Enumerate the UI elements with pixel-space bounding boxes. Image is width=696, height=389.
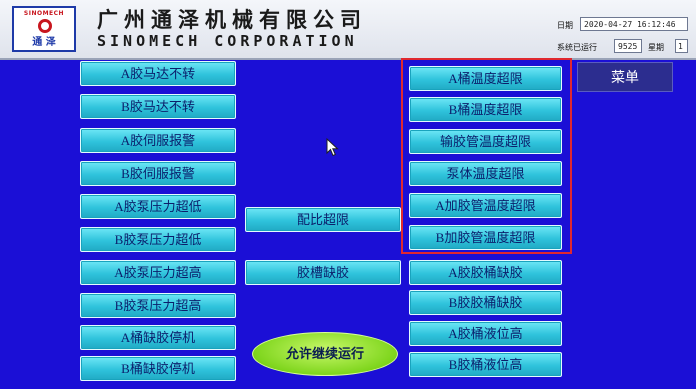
- logo-mark-icon: [38, 19, 52, 33]
- menu-button[interactable]: 菜单: [577, 62, 673, 92]
- title-bar: SINOMECH 通 泽 广州通泽机械有限公司 SINOMECH CORPORA…: [0, 0, 696, 60]
- alarm-pump-body-temp[interactable]: 泵体温度超限: [409, 161, 562, 186]
- alarm-hose-temp[interactable]: 输胶管温度超限: [409, 129, 562, 154]
- date-label: 日期: [557, 21, 573, 30]
- alarm-b-pump-pressure-high[interactable]: B胶泵压力超高: [80, 293, 236, 318]
- allow-continue-button[interactable]: 允许继续运行: [252, 332, 398, 376]
- alarm-a-level-high[interactable]: A胶桶液位高: [409, 321, 562, 346]
- mouse-pointer-icon: [326, 138, 339, 157]
- runtime-value: 9525: [614, 39, 642, 53]
- alarm-b-feed-hose-temp[interactable]: B加胶管温度超限: [409, 225, 562, 250]
- weekday-label: 星期: [648, 43, 664, 52]
- alarm-b-tank-empty-stop[interactable]: B桶缺胶停机: [80, 356, 236, 381]
- alarm-b-motor-stopped[interactable]: B胶马达不转: [80, 94, 236, 119]
- alarm-ratio-exceeded[interactable]: 配比超限: [245, 207, 401, 232]
- alarm-a-motor-stopped[interactable]: A胶马达不转: [80, 61, 236, 86]
- logo-top-text: SINOMECH: [23, 10, 65, 17]
- logo-bottom-text: 通 泽: [32, 37, 56, 48]
- date-value: 2020-04-27 16:12:46: [580, 17, 688, 31]
- alarm-a-tank-empty-stop[interactable]: A桶缺胶停机: [80, 325, 236, 350]
- alarm-b-tank-temp[interactable]: B桶温度超限: [409, 97, 562, 122]
- alarm-a-pump-pressure-low[interactable]: A胶泵压力超低: [80, 194, 236, 219]
- alarm-b-servo[interactable]: B胶伺服报警: [80, 161, 236, 186]
- company-name-en: SINOMECH CORPORATION: [97, 32, 358, 50]
- company-name-cn: 广州通泽机械有限公司: [97, 7, 367, 32]
- alarm-a-pump-pressure-high[interactable]: A胶泵压力超高: [80, 260, 236, 285]
- alarm-a-feed-hose-temp[interactable]: A加胶管温度超限: [409, 193, 562, 218]
- alarm-a-tank-temp[interactable]: A桶温度超限: [409, 66, 562, 91]
- weekday-value: 1: [675, 39, 688, 53]
- alarm-b-pump-pressure-low[interactable]: B胶泵压力超低: [80, 227, 236, 252]
- alarm-b-level-high[interactable]: B胶桶液位高: [409, 352, 562, 377]
- alarm-a-drum-empty[interactable]: A胶胶桶缺胶: [409, 260, 562, 285]
- alarm-trough-empty[interactable]: 胶槽缺胶: [245, 260, 401, 285]
- runtime-label: 系统已运行: [557, 43, 597, 52]
- alarm-a-servo[interactable]: A胶伺服报警: [80, 128, 236, 153]
- company-logo: SINOMECH 通 泽: [12, 6, 76, 52]
- alarm-b-drum-empty[interactable]: B胶胶桶缺胶: [409, 290, 562, 315]
